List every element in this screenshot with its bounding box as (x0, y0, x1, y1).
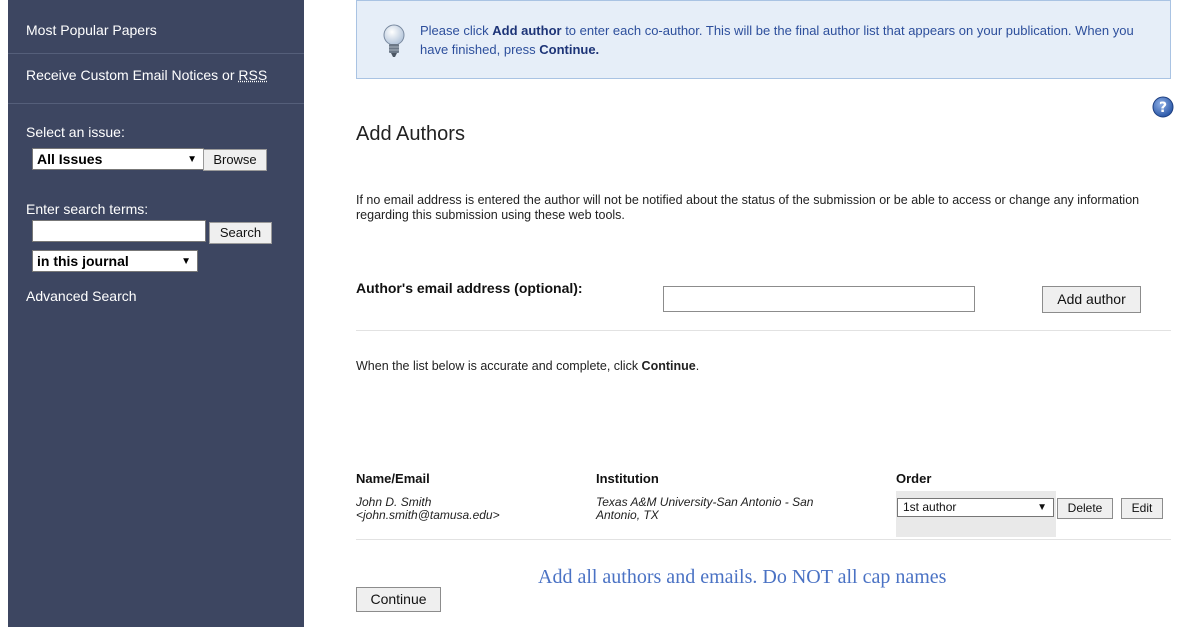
custom-email-notices-link[interactable]: Receive Custom Email Notices or RSS (8, 67, 285, 83)
notice-continue-keyword: Continue. (539, 42, 600, 57)
page-title: Add Authors (356, 123, 465, 146)
add-author-button[interactable]: Add author (1042, 286, 1141, 313)
author-order-select[interactable]: 1st author ▼ (897, 498, 1054, 517)
list-instruction-keyword: Continue (641, 359, 696, 373)
email-field-label: Author's email address (optional): (356, 280, 583, 296)
list-instruction-text: . (695, 359, 700, 373)
delete-button[interactable]: Delete (1057, 498, 1113, 519)
browse-button[interactable]: Browse (203, 149, 267, 171)
search-terms-label: Enter search terms: (26, 201, 149, 217)
author-name-email: John D. Smith <john.smith@tamusa.edu> (356, 496, 500, 522)
notice-text-part: Please click (420, 23, 493, 38)
email-info-text: If no email address is entered the autho… (356, 193, 1140, 222)
order-select-value: 1st author (903, 500, 957, 514)
instruction-notice: Please click Add author to enter each co… (356, 0, 1171, 79)
divider (356, 330, 1171, 331)
custom-email-label: Receive Custom Email Notices or (26, 67, 239, 83)
main-content: Please click Add author to enter each co… (356, 0, 1171, 627)
issue-select-value: All Issues (37, 151, 103, 167)
lightbulb-icon (383, 24, 405, 57)
search-button[interactable]: Search (209, 222, 272, 244)
notice-add-author-keyword: Add author (492, 23, 562, 38)
issue-select[interactable]: All Issues ▼ (32, 148, 204, 170)
scope-select[interactable]: in this journal ▼ (32, 250, 198, 272)
scope-select-value: in this journal (37, 253, 129, 269)
search-input[interactable] (32, 220, 206, 242)
svg-text:?: ? (1159, 100, 1167, 116)
rss-link[interactable]: RSS (238, 67, 267, 83)
table-header-name: Name/Email (356, 471, 430, 486)
table-header-institution: Institution (596, 471, 659, 486)
advanced-search-link[interactable]: Advanced Search (8, 288, 155, 304)
dropdown-arrow-icon: ▼ (181, 256, 191, 267)
author-email: <john.smith@tamusa.edu> (356, 508, 500, 522)
continue-button[interactable]: Continue (356, 587, 441, 612)
sidebar-divider (8, 53, 304, 54)
edit-button[interactable]: Edit (1121, 498, 1163, 519)
select-issue-label: Select an issue: (26, 124, 125, 140)
help-icon[interactable]: ? (1152, 96, 1174, 118)
annotation-note: Add all authors and emails. Do NOT all c… (538, 566, 947, 588)
most-popular-papers-link[interactable]: Most Popular Papers (8, 22, 175, 38)
author-institution: Texas A&M University-San Antonio - San A… (596, 496, 813, 522)
sidebar: Most Popular Papers Receive Custom Email… (8, 0, 304, 627)
table-header-order: Order (896, 471, 932, 486)
author-email-input[interactable] (663, 286, 975, 312)
list-instruction: When the list below is accurate and comp… (356, 359, 699, 373)
dropdown-arrow-icon: ▼ (1037, 502, 1047, 513)
divider (356, 539, 1171, 540)
dropdown-arrow-icon: ▼ (187, 154, 197, 165)
sidebar-divider (8, 103, 304, 104)
notice-text: Please click Add author to enter each co… (420, 21, 1165, 59)
institution-line: Antonio, TX (596, 508, 659, 522)
list-instruction-text: When the list below is accurate and comp… (356, 359, 642, 373)
